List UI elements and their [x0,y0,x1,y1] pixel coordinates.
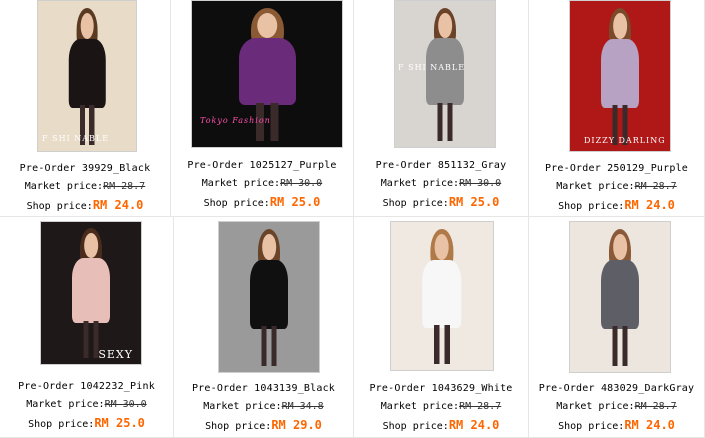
market-price-label: Market price: [556,401,635,412]
product-name[interactable]: Pre-Order 39929_Black [0,163,170,174]
brand-tag: DIZZY DARLING [584,136,666,145]
product-name[interactable]: Pre-Order 1042232_Pink [0,381,173,392]
shop-price-line: Shop price:RM 25.0 [354,195,528,209]
market-price-value: RM 30.0 [280,178,323,189]
model-figure [68,7,106,145]
market-price-value: RM 28.7 [634,401,677,412]
shop-price-label: Shop price: [382,198,449,209]
market-price-value: RM 30.0 [104,399,147,410]
shop-price-line: Shop price:RM 29.0 [174,418,353,432]
market-price-label: Market price: [24,181,104,192]
product-photo[interactable]: DIZZY DARLING [569,0,671,152]
product-photo[interactable] [390,221,494,371]
shop-price-label: Shop price: [558,201,625,212]
model-figure [72,228,110,359]
market-price-line: Market price:RM 30.0 [0,399,173,410]
market-price-line: Market price:RM 28.7 [0,181,170,192]
shop-price-line: Shop price:RM 24.0 [529,198,704,212]
brand-tag: Tokyo Fashion [200,116,271,125]
market-price-label: Market price: [26,399,105,410]
shop-price-label: Shop price: [382,421,449,432]
market-price-line: Market price:RM 30.0 [354,178,528,189]
market-price-line: Market price:RM 34.8 [174,401,353,412]
product-card[interactable]: SEXY Pre-Order 1042232_Pink Market price… [0,217,174,438]
product-card[interactable]: Pre-Order 483029_DarkGray Market price:R… [529,217,705,438]
product-photo[interactable]: SEXY [40,221,142,365]
product-grid: F SHI NABLE Pre-Order 39929_Black Market… [0,0,705,438]
shop-price-line: Shop price:RM 24.0 [354,418,528,432]
shop-price-value: RM 25.0 [448,195,500,209]
shop-price-line: Shop price:RM 24.0 [0,198,170,212]
model-figure [250,228,288,366]
product-card[interactable]: Pre-Order 1043139_Black Market price:RM … [174,217,354,438]
shop-price-label: Shop price: [28,419,95,430]
product-name[interactable]: Pre-Order 1025127_Purple [171,160,353,171]
model-figure [426,7,464,142]
product-photo[interactable] [218,221,320,373]
product-card[interactable]: Pre-Order 1043629_White Market price:RM … [354,217,529,438]
shop-price-label: Shop price: [205,421,272,432]
product-photo[interactable]: F SHI NABLE [37,0,137,152]
shop-price-value: RM 24.0 [92,198,144,212]
market-price-label: Market price: [201,178,281,189]
model-figure [601,228,639,366]
market-price-line: Market price:RM 28.7 [354,401,528,412]
shop-price-value: RM 25.0 [269,195,321,209]
product-name[interactable]: Pre-Order 250129_Purple [529,163,704,174]
shop-price-value: RM 24.0 [624,418,675,432]
product-card[interactable]: Tokyo Fashion Pre-Order 1025127_Purple M… [171,0,354,217]
product-name[interactable]: Pre-Order 1043139_Black [174,383,353,394]
market-price-value: RM 28.7 [103,181,146,192]
product-name[interactable]: Pre-Order 1043629_White [354,383,528,394]
market-price-label: Market price: [203,401,282,412]
market-price-line: Market price:RM 28.7 [529,401,704,412]
product-name[interactable]: Pre-Order 483029_DarkGray [529,383,704,394]
shop-price-line: Shop price:RM 25.0 [171,195,353,209]
shop-price-value: RM 29.0 [271,418,322,432]
shop-price-line: Shop price:RM 24.0 [529,418,704,432]
product-card[interactable]: F SHI NABLE Pre-Order 851132_Gray Market… [354,0,529,217]
brand-tag: F SHI NABLE [398,63,466,72]
market-price-label: Market price: [380,178,460,189]
market-price-value: RM 28.7 [634,181,677,192]
shop-price-label: Shop price: [203,198,270,209]
model-figure [601,7,639,145]
market-price-label: Market price: [380,401,460,412]
shop-price-line: Shop price:RM 25.0 [0,416,173,430]
shop-price-value: RM 25.0 [94,416,145,430]
brand-tag: SEXY [98,348,133,361]
model-figure [422,228,462,365]
product-photo[interactable] [569,221,671,373]
market-price-line: Market price:RM 28.7 [529,181,704,192]
market-price-label: Market price: [556,181,635,192]
shop-price-value: RM 24.0 [624,198,675,212]
market-price-line: Market price:RM 30.0 [171,178,353,189]
market-price-value: RM 28.7 [459,401,502,412]
shop-price-value: RM 24.0 [448,418,500,432]
product-photo[interactable]: Tokyo Fashion [191,0,343,148]
market-price-value: RM 30.0 [459,178,502,189]
brand-tag: F SHI NABLE [42,134,110,143]
market-price-value: RM 34.8 [281,401,324,412]
product-card[interactable]: DIZZY DARLING Pre-Order 250129_Purple Ma… [529,0,705,217]
product-photo[interactable]: F SHI NABLE [394,0,496,148]
shop-price-label: Shop price: [26,201,93,212]
shop-price-label: Shop price: [558,421,625,432]
product-name[interactable]: Pre-Order 851132_Gray [354,160,528,171]
product-card[interactable]: F SHI NABLE Pre-Order 39929_Black Market… [0,0,171,217]
